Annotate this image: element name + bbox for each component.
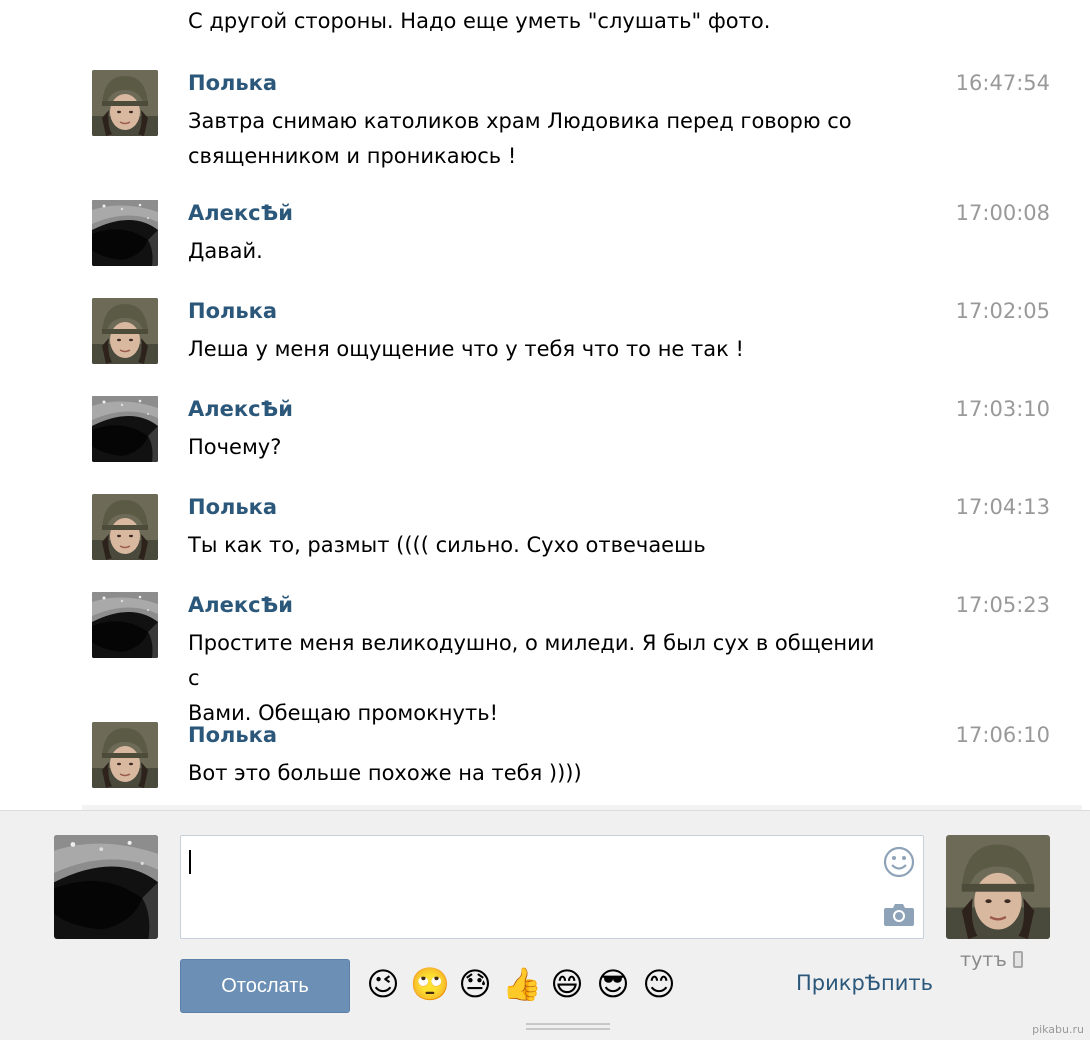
avatar-polka[interactable] (92, 494, 158, 560)
message-author[interactable]: Полька (188, 720, 277, 750)
message-text: Почему? (188, 430, 888, 465)
message-time: 17:00:08 (955, 201, 1050, 225)
avatar-polka[interactable] (92, 722, 158, 788)
blush-emoji[interactable]: 😊 (640, 965, 678, 1003)
message-input[interactable] (180, 835, 924, 939)
message-text-line: Вами. Обещаю промокнуть! (188, 701, 498, 725)
peer-status-label: тутъ (960, 949, 1007, 971)
message-text: Завтра снимаю католиков храм Людовика пе… (188, 104, 888, 174)
message-text-line: Ты как то, размыт (((( сильно. Сухо отве… (188, 533, 706, 557)
message-text: Ты как то, размыт (((( сильно. Сухо отве… (188, 528, 888, 563)
message-text-line: священником и проникаюсь ! (188, 144, 517, 168)
message-text: Вот это больше похоже на тебя )))) (188, 756, 888, 791)
message-text-line: Давай. (188, 239, 263, 263)
message-time: 16:47:54 (955, 71, 1050, 95)
wink-emoji[interactable]: 😉 (364, 965, 402, 1003)
message-time: 17:06:10 (955, 723, 1050, 747)
message-text-partial: С другой стороны. Надо еще уметь "слушат… (188, 9, 771, 33)
message-text-line: Завтра снимаю католиков храм Людовика пе… (188, 109, 852, 133)
mobile-phone-icon (1012, 951, 1023, 968)
message-author[interactable]: Полька (188, 296, 277, 326)
avatar-polka[interactable] (92, 70, 158, 136)
message-text-line: Вот это больше похоже на тебя )))) (188, 761, 582, 785)
message-author[interactable]: АлексѢй (188, 198, 293, 228)
message-time: 17:04:13 (955, 495, 1050, 519)
text-caret (189, 850, 191, 874)
message-author[interactable]: АлексѢй (188, 590, 293, 620)
camera-icon[interactable] (883, 900, 915, 928)
message-text: Простите меня великодушно, о миледи. Я б… (188, 626, 888, 731)
divider (82, 805, 1082, 810)
message-author[interactable]: Полька (188, 492, 277, 522)
thumbs-up-emoji[interactable]: 👍 (502, 965, 542, 1003)
message-author[interactable]: АлексѢй (188, 394, 293, 424)
message-time: 17:05:23 (955, 593, 1050, 617)
avatar-alex[interactable] (92, 396, 158, 462)
message-history: С другой стороны. Надо еще уметь "слушат… (0, 0, 1090, 810)
send-button[interactable]: Отослать (180, 959, 350, 1013)
my-avatar[interactable] (54, 835, 158, 939)
resize-handle[interactable] (526, 1021, 610, 1035)
message-text: Давай. (188, 234, 888, 269)
message-author[interactable]: Полька (188, 68, 277, 98)
message-text-line: Леша у меня ощущение что у тебя что то н… (188, 337, 744, 361)
message-text: Леша у меня ощущение что у тебя что то н… (188, 332, 888, 367)
compose-panel: Отослать 😉 🙄 😓 👍 😄 😎 😊 ПрикрѢпить тутъ p… (0, 805, 1090, 1040)
smile-icon[interactable] (883, 846, 915, 878)
avatar-alex[interactable] (92, 592, 158, 658)
watermark: pikabu.ru (1032, 1023, 1084, 1036)
attach-link[interactable]: ПрикрѢпить (796, 971, 933, 995)
message-time: 17:03:10 (955, 397, 1050, 421)
message-time: 17:02:05 (955, 299, 1050, 323)
peer-online-status: тутъ (960, 949, 1023, 971)
message-text-line: Простите меня великодушно, о миледи. Я б… (188, 631, 875, 690)
sweat-emoji[interactable]: 😓 (456, 965, 494, 1003)
avatar-alex[interactable] (92, 200, 158, 266)
sunglasses-emoji[interactable]: 😎 (594, 965, 632, 1003)
rolling-eyes-emoji[interactable]: 🙄 (410, 965, 450, 1003)
grin-emoji[interactable]: 😄 (548, 965, 586, 1003)
avatar-polka[interactable] (92, 298, 158, 364)
peer-avatar[interactable] (946, 835, 1050, 939)
message-text-line: Почему? (188, 435, 282, 459)
